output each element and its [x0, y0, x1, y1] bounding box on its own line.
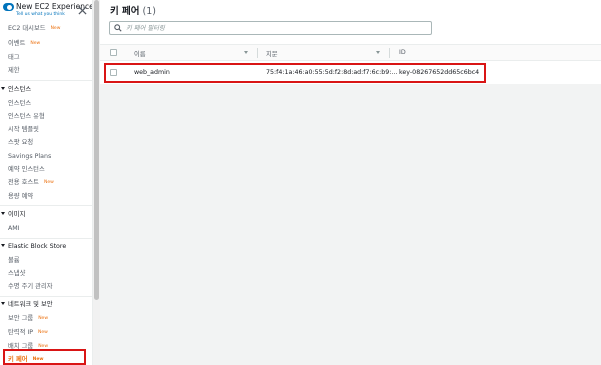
column-separator — [257, 48, 258, 58]
divider — [0, 296, 92, 297]
new-badge: New — [38, 316, 49, 321]
sidebar-scrollbar[interactable] — [93, 0, 100, 365]
search-icon — [114, 24, 122, 32]
new-badge: New — [30, 41, 41, 46]
sidebar: New EC2 Experience Tell us what you thin… — [0, 0, 93, 365]
section-elastic-block-store[interactable]: Elastic Block Store — [1, 242, 66, 251]
sidebar-item-ami[interactable]: AMI — [8, 224, 20, 233]
sidebar-item-snapshots[interactable]: 스냅샷 — [8, 269, 25, 278]
search-field[interactable] — [109, 21, 432, 35]
new-experience-toggle[interactable]: New EC2 Experience Tell us what you thin… — [3, 2, 92, 20]
scrollbar-thumb[interactable] — [94, 0, 99, 300]
key-pairs-panel: 키 페어(1) 이름 지문 ID web_admin 75:f4:1a:46:a… — [100, 0, 601, 84]
item-count: (1) — [142, 6, 156, 17]
new-badge: New — [38, 330, 48, 335]
section-instances[interactable]: 인스턴스 — [1, 85, 31, 94]
new-badge: New — [43, 180, 54, 185]
column-separator — [389, 48, 390, 58]
sidebar-item-elastic-ips[interactable]: 탄력적 IP New — [8, 328, 48, 337]
sidebar-item-savings-plans[interactable]: Savings Plans — [8, 152, 51, 161]
divider — [0, 80, 92, 81]
toggle-switch-icon[interactable] — [3, 3, 14, 11]
sort-icon[interactable] — [244, 51, 248, 54]
highlight-box-sidebar — [3, 349, 86, 365]
sidebar-item-limits[interactable]: 제한 — [8, 66, 20, 75]
sidebar-item-ec2-dashboard[interactable]: EC2 대시보드 New — [8, 24, 60, 33]
highlight-box-row — [104, 63, 486, 83]
sidebar-item-dedicated-hosts[interactable]: 전용 호스트 New — [8, 178, 54, 187]
column-header-name[interactable]: 이름 — [134, 49, 146, 58]
main-content: 키 페어(1) 이름 지문 ID web_admin 75:f4:1a:46:a… — [100, 0, 601, 365]
sidebar-item-reserved-instances[interactable]: 예약 인스턴스 — [8, 165, 45, 174]
feedback-link[interactable]: Tell us what you think — [16, 12, 65, 17]
select-all-checkbox[interactable] — [110, 49, 117, 56]
sidebar-item-tags[interactable]: 태그 — [8, 53, 20, 62]
sidebar-item-spot-requests[interactable]: 스팟 요청 — [8, 138, 33, 147]
sort-icon[interactable] — [376, 51, 380, 54]
page-title: 키 페어 (1) — [110, 6, 156, 17]
section-network-security[interactable]: 네트워크 및 보안 — [1, 300, 53, 309]
sidebar-item-capacity-reservations[interactable]: 용량 예약 — [8, 192, 33, 201]
sidebar-item-instance-types[interactable]: 인스턴스 유형 — [8, 112, 45, 121]
close-icon[interactable] — [78, 6, 87, 15]
new-badge: New — [50, 26, 61, 31]
sidebar-item-events[interactable]: 이벤트 New — [8, 39, 40, 48]
sidebar-item-security-groups[interactable]: 보안 그룹 New — [8, 314, 48, 323]
sidebar-item-instances[interactable]: 인스턴스 — [8, 99, 31, 108]
sidebar-item-lifecycle-manager[interactable]: 수명 주기 관리자 — [8, 282, 53, 291]
sidebar-item-launch-templates[interactable]: 시작 템플릿 — [8, 125, 39, 134]
caret-down-icon — [1, 87, 5, 90]
column-header-id[interactable]: ID — [399, 49, 406, 56]
search-input[interactable] — [126, 23, 426, 33]
sidebar-item-volumes[interactable]: 볼륨 — [8, 256, 20, 265]
divider — [0, 238, 92, 239]
column-header-fingerprint[interactable]: 지문 — [266, 49, 278, 58]
table-header: 이름 지문 ID — [100, 44, 601, 61]
caret-down-icon — [1, 244, 5, 247]
divider — [0, 205, 92, 206]
section-images[interactable]: 이미지 — [1, 210, 25, 219]
caret-down-icon — [1, 212, 5, 215]
caret-down-icon — [1, 302, 5, 305]
